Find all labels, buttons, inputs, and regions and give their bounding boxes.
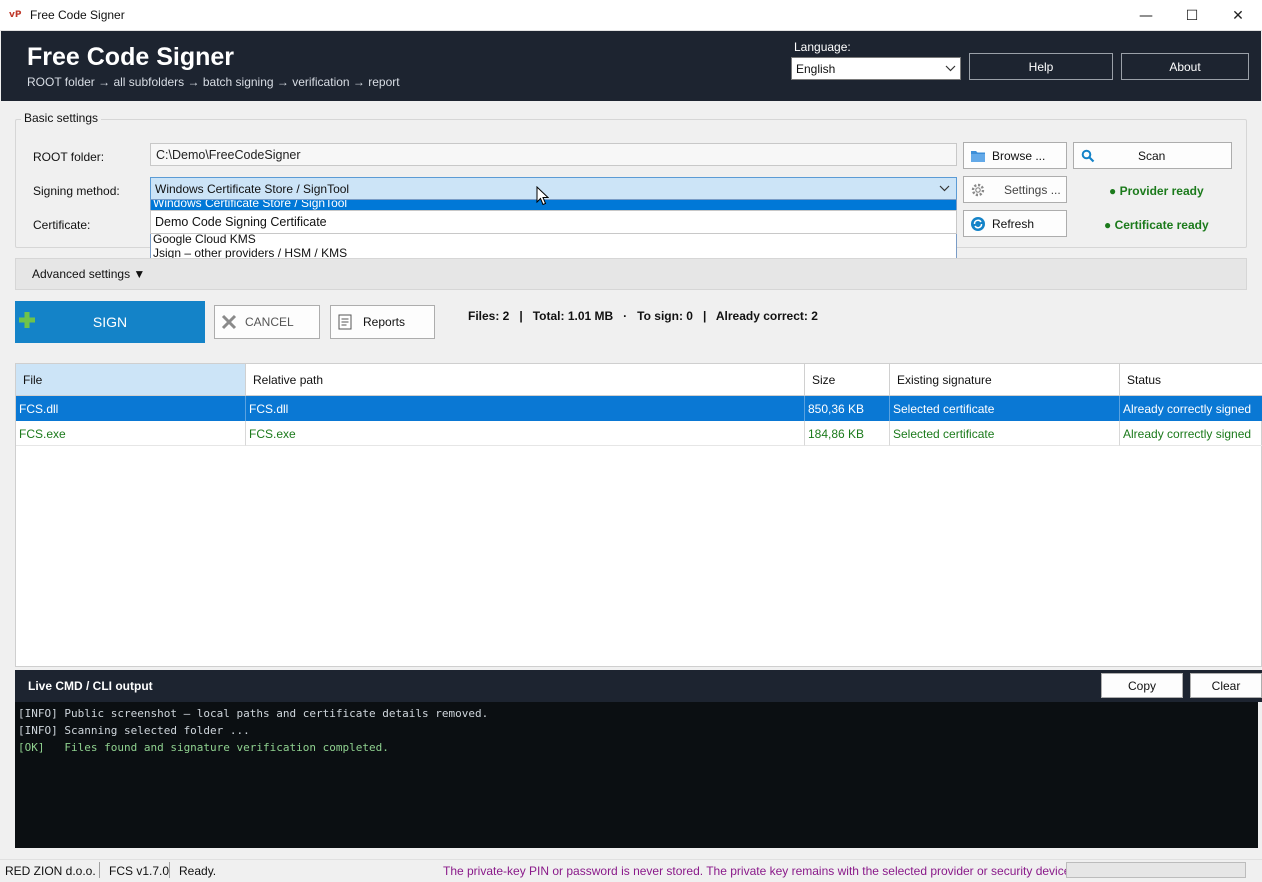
provider-status: ● Provider ready: [1109, 184, 1204, 198]
reports-button[interactable]: Reports: [330, 305, 435, 339]
settings-button[interactable]: Settings ...: [963, 176, 1067, 203]
signing-method-value: Windows Certificate Store / SignTool: [155, 182, 350, 196]
advanced-settings-bar[interactable]: [15, 258, 1247, 290]
company-name: RED ZION d.o.o.: [5, 864, 96, 878]
browse-button[interactable]: Browse ...: [963, 142, 1067, 169]
close-icon: ✕: [1232, 7, 1244, 24]
about-button[interactable]: About: [1121, 53, 1249, 80]
root-folder-input[interactable]: C:\Demo\FreeCodeSigner: [150, 143, 957, 166]
signing-method-label: Signing method:: [33, 184, 120, 198]
copy-button[interactable]: Copy: [1101, 673, 1183, 698]
maximize-button[interactable]: ☐: [1169, 0, 1215, 31]
root-folder-label: ROOT folder:: [33, 150, 105, 164]
certificate-status: ● Certificate ready: [1104, 218, 1209, 232]
cell-signature: Selected certificate: [890, 421, 1120, 446]
cell-file: FCS.dll: [16, 396, 246, 421]
column-header-existing-signature[interactable]: Existing signature: [890, 364, 1120, 396]
mouse-cursor-icon: [536, 185, 550, 209]
advanced-settings-toggle[interactable]: Advanced settings ▼: [32, 267, 145, 281]
console-line: [INFO] Public screenshot – local paths a…: [18, 707, 489, 720]
files-summary: Files: 2 | Total: 1.01 MB · To sign: 0 |…: [468, 309, 818, 323]
language-value: English: [796, 62, 836, 76]
app-title: Free Code Signer: [27, 43, 234, 71]
signing-method-select[interactable]: Windows Certificate Store / SignTool: [150, 177, 957, 200]
dropdown-option-highlighted[interactable]: Windows Certificate Store / SignTool: [151, 200, 956, 210]
reports-label: Reports: [363, 315, 406, 329]
app-subtitle: ROOT folder → all subfolders → batch sig…: [27, 75, 400, 89]
security-notice: The private-key PIN or password is never…: [443, 864, 1074, 878]
cancel-button[interactable]: CANCEL: [214, 305, 320, 339]
gear-icon: [970, 182, 986, 198]
sign-label: SIGN: [92, 314, 128, 330]
cancel-icon: [221, 314, 237, 330]
status-separator: [169, 862, 170, 878]
minimize-icon: —: [1139, 7, 1153, 24]
search-icon: [1080, 148, 1096, 164]
sign-button[interactable]: SIGN: [15, 301, 205, 343]
certificate-select[interactable]: Demo Code Signing Certificate: [150, 210, 957, 234]
status-state: Ready.: [179, 864, 217, 878]
cell-status: Already correctly signed: [1120, 396, 1262, 421]
browse-label: Browse ...: [992, 148, 1046, 163]
files-table: File Relative path Size Existing signatu…: [15, 363, 1262, 667]
language-select[interactable]: English: [791, 57, 961, 80]
dropdown-option[interactable]: Google Cloud KMS: [153, 232, 256, 246]
settings-label: Settings ...: [1004, 182, 1061, 197]
scan-label: Scan: [1138, 148, 1166, 163]
refresh-label: Refresh: [992, 216, 1035, 231]
chevron-down-icon: [945, 61, 956, 78]
cell-relative-path: FCS.dll: [246, 396, 805, 421]
plus-icon: [19, 312, 35, 328]
cell-signature: Selected certificate: [890, 396, 1120, 421]
status-separator: [99, 862, 100, 878]
minimize-button[interactable]: —: [1123, 0, 1169, 31]
console-header: [15, 670, 1262, 702]
cell-file: FCS.exe: [16, 421, 246, 446]
close-button[interactable]: ✕: [1215, 0, 1261, 31]
language-label: Language:: [794, 40, 851, 54]
scan-button[interactable]: Scan: [1073, 142, 1232, 169]
refresh-button[interactable]: Refresh: [963, 210, 1067, 237]
basic-settings-legend: Basic settings: [21, 111, 102, 125]
window-title: Free Code Signer: [30, 8, 125, 22]
refresh-icon: [970, 216, 986, 232]
progress-bar: [1066, 862, 1246, 878]
column-header-file[interactable]: File: [16, 364, 246, 396]
chevron-down-icon: [939, 181, 950, 198]
title-bar: [0, 0, 1262, 31]
cell-relative-path: FCS.exe: [246, 421, 805, 446]
help-button[interactable]: Help: [969, 53, 1113, 80]
column-header-status[interactable]: Status: [1120, 364, 1262, 396]
maximize-icon: ☐: [1185, 7, 1199, 24]
column-header-size[interactable]: Size: [805, 364, 890, 396]
console-title: Live CMD / CLI output: [28, 679, 153, 693]
certificate-label: Certificate:: [33, 218, 91, 232]
cell-size: 850,36 KB: [805, 396, 890, 421]
version-label: FCS v1.7.0: [109, 864, 170, 878]
app-icon: vP: [9, 10, 22, 20]
cell-status: Already correctly signed: [1120, 421, 1262, 446]
console-line: [OK] Files found and signature verificat…: [18, 741, 389, 754]
column-header-relative-path[interactable]: Relative path: [246, 364, 805, 396]
console-line: [INFO] Scanning selected folder ...: [18, 724, 250, 737]
cancel-label: CANCEL: [245, 315, 294, 329]
console-output[interactable]: [INFO] Public screenshot – local paths a…: [15, 702, 1258, 848]
cell-size: 184,86 KB: [805, 421, 890, 446]
folder-icon: [970, 148, 986, 164]
document-icon: [337, 314, 353, 330]
clear-button[interactable]: Clear: [1190, 673, 1262, 698]
